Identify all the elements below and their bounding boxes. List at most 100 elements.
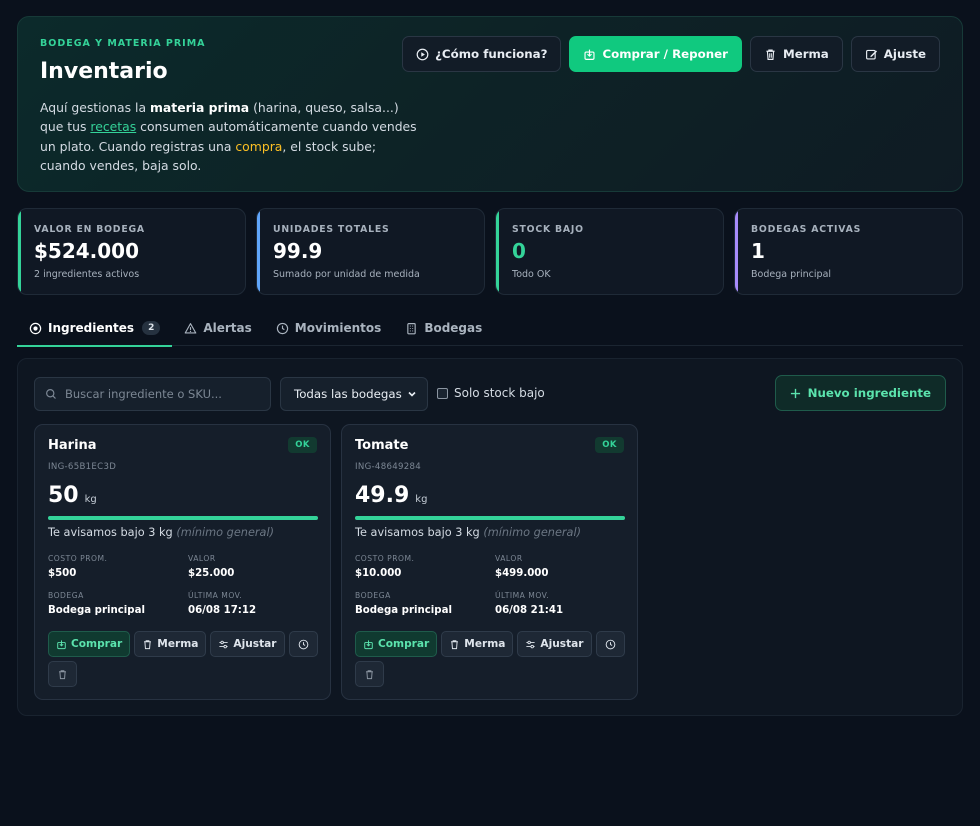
tab-movements[interactable]: Movimientos	[264, 310, 394, 346]
warehouse-select-value: Todas las bodegas	[294, 387, 402, 401]
stat-value: $524.000	[34, 239, 140, 263]
stat-card-value: VALOR EN BODEGA $524.000 2 ingredientes …	[17, 208, 246, 295]
waste-label: Merma	[464, 638, 506, 650]
adjust-button[interactable]: Ajustar	[210, 631, 285, 657]
ingredient-quantity: 50 kg	[48, 483, 97, 508]
desc-text: Aquí gestionas la	[40, 100, 150, 115]
status-badge: OK	[595, 437, 624, 453]
clock-icon	[605, 639, 615, 649]
value-label: VALOR	[188, 554, 216, 563]
edit-icon	[865, 49, 877, 60]
stat-label: BODEGAS ACTIVAS	[751, 224, 862, 235]
stat-value: 99.9	[273, 239, 323, 263]
trash-icon	[59, 669, 66, 679]
adjust-label: Ajuste	[883, 47, 926, 61]
warehouse-select[interactable]: Todas las bodegas	[280, 377, 428, 411]
ingredient-sku: ING-65B1EC3D	[48, 462, 117, 472]
buy-restock-label: Comprar / Reponer	[602, 47, 728, 61]
buy-button[interactable]: Comprar	[48, 631, 131, 657]
delete-button[interactable]	[48, 661, 77, 687]
quantity-value: 49.9	[355, 483, 410, 508]
recipes-link[interactable]: recetas	[90, 119, 136, 134]
sliders-icon	[526, 640, 536, 648]
status-badge: OK	[288, 437, 317, 453]
search-input[interactable]	[65, 387, 270, 401]
buy-restock-button[interactable]: Comprar / Reponer	[569, 36, 742, 72]
trash-icon	[766, 48, 775, 60]
download-box-icon	[57, 639, 66, 649]
alert-threshold: Te avisamos bajo 3 kg (mínimo general)	[355, 526, 581, 539]
adjust-label: Ajustar	[540, 638, 584, 650]
tab-alerts[interactable]: Alertas	[172, 310, 263, 346]
how-it-works-label: ¿Cómo funciona?	[435, 47, 548, 61]
stat-sub: Bodega principal	[751, 269, 832, 280]
ingredient-card: Harina OK ING-65B1EC3D 50 kg Te avisamos…	[34, 424, 331, 700]
trash-icon	[451, 639, 459, 649]
alert-prefix: Te avisamos bajo	[48, 526, 149, 539]
last-move-label: ÚLTIMA MOV.	[495, 591, 550, 600]
low-stock-filter[interactable]: Solo stock bajo	[437, 386, 545, 400]
ingredient-quantity: 49.9 kg	[355, 483, 427, 508]
stat-label: UNIDADES TOTALES	[273, 224, 390, 235]
download-box-icon	[364, 639, 373, 649]
ingredients-panel: Todas las bodegas Solo stock bajo Nuevo …	[17, 358, 963, 716]
stat-value: 0	[512, 239, 526, 263]
how-it-works-button[interactable]: ¿Cómo funciona?	[402, 36, 562, 72]
stat-label: STOCK BAJO	[512, 224, 584, 235]
waste-label: Merma	[782, 47, 829, 61]
alert-note: (mínimo general)	[176, 526, 275, 539]
warehouse-value: Bodega principal	[355, 605, 452, 616]
tab-label: Alertas	[203, 321, 252, 335]
chevron-down-icon	[408, 391, 416, 397]
waste-button[interactable]: Merma	[134, 631, 207, 657]
tab-ingredients[interactable]: Ingredientes 2	[17, 310, 173, 347]
value-value: $25.000	[188, 568, 235, 579]
waste-button[interactable]: Merma	[441, 631, 514, 657]
new-ingredient-label: Nuevo ingrediente	[807, 386, 931, 400]
quantity-unit: kg	[84, 494, 97, 505]
warehouse-label: BODEGA	[48, 591, 84, 600]
ingredient-icon	[29, 322, 42, 334]
building-icon	[407, 322, 417, 334]
card-actions: Comprar Merma Ajustar	[355, 631, 630, 687]
search-box[interactable]	[34, 377, 271, 411]
warehouse-label: BODEGA	[355, 591, 391, 600]
history-button[interactable]	[288, 631, 318, 657]
ingredient-card: Tomate OK ING-48649284 49.9 kg Te avisam…	[341, 424, 638, 700]
low-stock-label: Solo stock bajo	[454, 386, 545, 400]
cost-label: COSTO PROM.	[355, 554, 415, 563]
stat-sub: 2 ingredientes activos	[34, 269, 140, 280]
new-ingredient-button[interactable]: Nuevo ingrediente	[774, 375, 946, 411]
trash-icon	[366, 669, 373, 679]
tab-warehouses[interactable]: Bodegas	[393, 310, 494, 346]
ingredient-name: Tomate	[355, 438, 409, 453]
buy-button[interactable]: Comprar	[355, 631, 438, 657]
warehouse-value: Bodega principal	[48, 605, 145, 616]
alert-value: 3 kg	[148, 526, 173, 539]
plus-icon	[790, 388, 800, 398]
buy-label: Comprar	[71, 638, 123, 650]
stock-bar	[355, 516, 625, 520]
quantity-unit: kg	[415, 494, 428, 505]
history-button[interactable]	[595, 631, 625, 657]
stat-label: VALOR EN BODEGA	[34, 224, 145, 235]
desc-accent: compra	[235, 138, 283, 154]
stat-card-units: UNIDADES TOTALES 99.9 Sumado por unidad …	[256, 208, 485, 295]
waste-button[interactable]: Merma	[749, 36, 843, 72]
last-move-label: ÚLTIMA MOV.	[188, 591, 243, 600]
low-stock-checkbox[interactable]	[437, 387, 448, 399]
tab-count-badge: 2	[142, 321, 161, 335]
search-icon	[46, 389, 56, 399]
alert-value: 3 kg	[455, 526, 480, 539]
delete-button[interactable]	[355, 661, 384, 687]
alert-note: (mínimo general)	[483, 526, 582, 539]
waste-label: Merma	[157, 638, 199, 650]
cost-label: COSTO PROM.	[48, 554, 108, 563]
last-move-value: 06/08 17:12	[188, 605, 257, 616]
adjust-button[interactable]: Ajuste	[850, 36, 940, 72]
tab-label: Ingredientes	[48, 321, 135, 335]
stock-bar-fill	[48, 516, 318, 520]
adjust-button[interactable]: Ajustar	[517, 631, 592, 657]
page-title: Inventario	[40, 59, 168, 84]
trash-icon	[144, 639, 152, 649]
